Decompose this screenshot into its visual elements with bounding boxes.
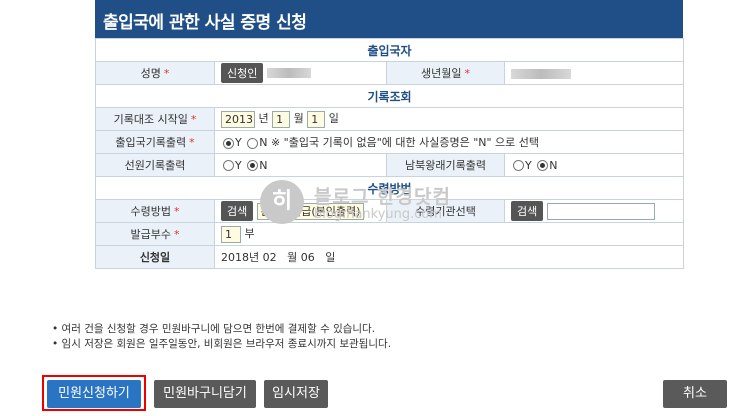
start-date-cell: 2013 년 1 월 1 일 bbox=[213, 107, 685, 131]
nk-n-radio[interactable] bbox=[537, 160, 549, 171]
copies-label: 발급부수 * bbox=[95, 222, 215, 246]
highlight-box bbox=[42, 375, 146, 411]
immigration-note: ※ "출입국 기록이 없음"에 대한 사실증명은 "N" 으로 선택 bbox=[270, 136, 540, 149]
receipt-method-field[interactable]: 온라인발급(본인출력) bbox=[256, 202, 365, 220]
start-year-input[interactable]: 2013 bbox=[221, 110, 255, 128]
immigration-record-label: 출입국기록출력 * bbox=[95, 130, 215, 154]
applicant-button[interactable]: 신청인 bbox=[221, 63, 264, 83]
apply-date-value: 2018년 02 월 06 일 bbox=[213, 245, 685, 269]
nk-record-label: 남북왕래기록출력 bbox=[386, 153, 505, 177]
month-unit: 월 bbox=[293, 112, 304, 126]
immigration-n-radio[interactable] bbox=[247, 137, 259, 149]
nk-y-radio[interactable] bbox=[513, 160, 524, 171]
cancel-button[interactable]: 취소 bbox=[663, 380, 727, 408]
name-label: 성명 * bbox=[95, 61, 215, 85]
copies-input[interactable]: 1 bbox=[221, 225, 241, 243]
crew-record-cell: Y N bbox=[214, 153, 387, 177]
birth-label: 생년월일 * bbox=[386, 61, 505, 85]
receipt-office-label: 수령기관선택 bbox=[386, 199, 505, 223]
masked-name bbox=[267, 68, 312, 78]
receipt-office-input[interactable] bbox=[546, 202, 655, 220]
birth-cell bbox=[503, 61, 685, 85]
apply-date-label: 신청일 bbox=[95, 245, 215, 269]
copies-unit: 부 bbox=[244, 227, 255, 241]
crew-n-radio[interactable] bbox=[247, 160, 259, 171]
day-unit: 일 bbox=[328, 112, 339, 126]
section-title-applicant: 출입국자 bbox=[94, 38, 685, 62]
nk-record-cell: Y N bbox=[503, 153, 685, 177]
crew-record-label: 선원기록출력 bbox=[95, 153, 215, 177]
start-date-label: 기록대조 시작일 * bbox=[95, 107, 215, 131]
crew-y-radio[interactable] bbox=[223, 160, 234, 171]
receipt-method-label: 수령방법 * bbox=[95, 199, 215, 223]
add-to-basket-button[interactable]: 민원바구니담기 bbox=[154, 380, 256, 408]
notice-item: • 여러 건을 신청할 경우 민원바구니에 담으면 한번에 결제할 수 있습니다… bbox=[52, 323, 376, 335]
receipt-office-cell: 검색 bbox=[503, 199, 685, 223]
section-title-receipt: 수령방법 bbox=[94, 176, 685, 200]
notice-item: • 임시 저장은 회원은 일주일동안, 비회원은 브라우저 종료시까지 보관됩니… bbox=[52, 338, 392, 350]
start-day-input[interactable]: 1 bbox=[307, 110, 326, 128]
start-month-input[interactable]: 1 bbox=[272, 110, 291, 128]
page-header: 출입국에 관한 사실 증명 신청 bbox=[95, 0, 683, 38]
receipt-method-cell: 검색 온라인발급(본인출력) bbox=[214, 199, 387, 223]
immigration-y-radio[interactable] bbox=[223, 137, 234, 149]
temp-save-button[interactable]: 임시저장 bbox=[264, 380, 328, 408]
office-search-button[interactable]: 검색 bbox=[511, 201, 544, 221]
immigration-record-cell: Y N ※ "출입국 기록이 없음"에 대한 사실증명은 "N" 으로 선택 bbox=[213, 130, 685, 154]
section-title-record: 기록조회 bbox=[94, 84, 685, 108]
masked-birthdate bbox=[511, 68, 571, 79]
application-form: 출입국자 성명 * 신청인 생년월일 * 기록조회 기록대조 시작일 * 2013 년… bbox=[94, 38, 685, 269]
notice-list: • 여러 건을 신청할 경우 민원바구니에 담으면 한번에 결제할 수 있습니다… bbox=[52, 322, 391, 352]
method-search-button[interactable]: 검색 bbox=[221, 201, 254, 221]
name-cell: 신청인 bbox=[214, 61, 387, 85]
page-title: 출입국에 관한 사실 증명 신청 bbox=[103, 13, 307, 33]
copies-cell: 1 부 bbox=[213, 222, 685, 246]
year-unit: 년 bbox=[258, 112, 269, 126]
